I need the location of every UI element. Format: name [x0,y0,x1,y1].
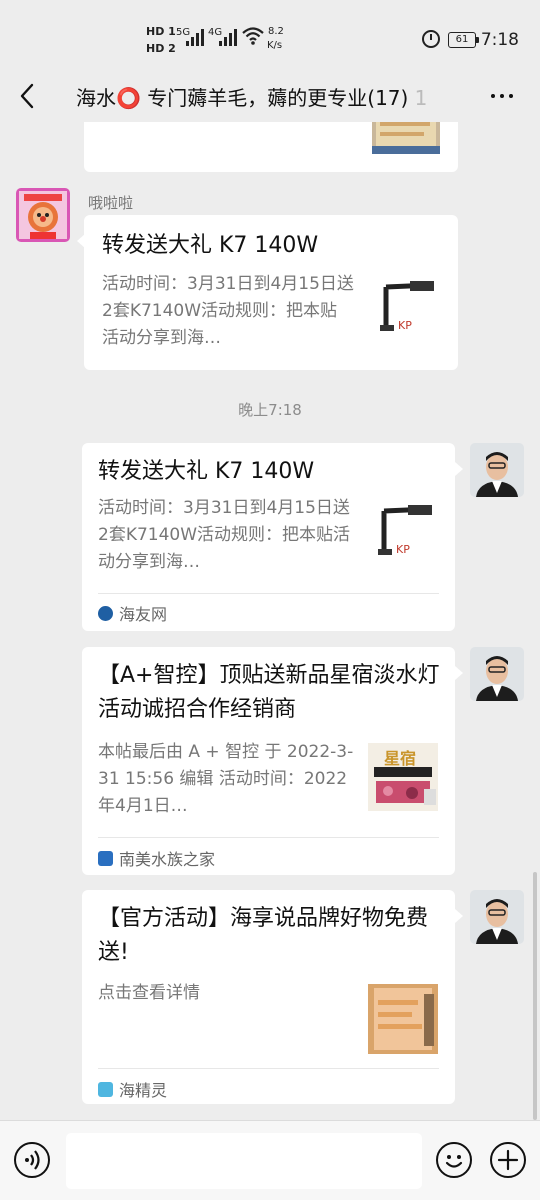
nanmei-logo-icon [98,850,113,866]
status-bar: HD 1 HD 2 5G 4G 8.2 K/s 61 7:18 [0,0,540,70]
bubble-tail [455,666,463,680]
sender-name: 哦啦啦 [88,194,134,212]
battery-icon: 61 [448,32,479,48]
message-card-partial[interactable] [84,122,458,172]
chat-timestamp: 晚上7:18 [238,401,302,419]
chat-title-prefix: 海水 [76,86,116,110]
card-source: 海精灵 [98,1077,167,1101]
card-title: 【官方活动】海享说品牌好物免费送! [98,906,429,965]
card-source-name: 海友网 [119,605,168,624]
card-title: 转发送大礼 K7 140W [98,459,315,484]
link-card[interactable]: 【官方活动】海享说品牌好物免费送! 点击查看详情 海精灵 [82,890,455,1104]
card-title: 转发送大礼 K7 140W [102,233,319,258]
card-thumbnail [368,984,438,1054]
input-bar [0,1120,540,1200]
card-thumbnail [372,122,440,154]
chat-title-fade: 1 [408,86,428,110]
card-divider [98,593,439,594]
svg-text:KP: KP [398,319,412,332]
haijingling-logo-icon [98,1081,113,1097]
chat-title-rest: 专门薅羊毛，薅的更专业(17) [140,86,409,110]
hd2-indicator: HD 2 [146,42,176,55]
card-description: 活动时间：3月31日到4月15日送2套K7140W活动规则：把本贴活动分享到海… [98,498,351,572]
card-source-name: 海精灵 [119,1081,168,1100]
more-functions-button[interactable] [490,1142,526,1178]
card-thumbnail: 星宿 [368,743,438,811]
alarm-icon [422,30,440,48]
chevron-left-icon [20,83,34,109]
signal-icon [186,28,204,46]
card-source: 南美水族之家 [98,846,215,870]
haiyou-logo-icon [98,605,113,621]
svg-text:KP: KP [396,543,410,556]
card-source-name: 南美水族之家 [119,850,216,869]
card-description: 点击查看详情 [98,983,200,1003]
emoji-button[interactable] [436,1142,472,1178]
more-icon [491,94,495,98]
net-speed-value: 8.2 [268,26,284,37]
bubble-tail [455,909,463,923]
wifi-icon [242,26,264,50]
link-card[interactable]: 转发送大礼 K7 140W 活动时间：3月31日到4月15日送2套K7140W活… [84,215,458,370]
plus-icon [497,1149,519,1171]
card-thumbnail: KP [370,503,438,571]
net-speed-unit: K/s [267,40,283,51]
red-circle-emoji: ⭕ [116,86,141,110]
voice-icon [25,1150,40,1170]
link-card[interactable]: 【A+智控】顶贴送新品星宿淡水灯活动诚招合作经销商 本帖最后由 A + 智控 于… [82,647,455,875]
card-divider [98,1068,439,1069]
more-button[interactable] [484,82,520,110]
avatar[interactable] [470,647,524,701]
card-divider [98,837,439,838]
chat-scrollbar[interactable] [533,872,537,1120]
voice-button[interactable] [14,1142,50,1178]
card-title: 【A+智控】顶贴送新品星宿淡水灯活动诚招合作经销商 [98,663,440,722]
back-button[interactable] [12,80,44,112]
hd1-indicator: HD 1 [146,25,176,38]
message-input[interactable] [66,1133,422,1189]
thumb-text: 星宿 [384,749,417,768]
clock-time: 7:18 [480,30,519,50]
bubble-tail [455,462,463,476]
avatar[interactable] [470,443,524,497]
signal-icon [219,28,237,46]
chat-area[interactable]: 哦啦啦 转发送大礼 K7 140W 活动时间：3月31日到4月15日送2套K71… [0,122,540,1120]
card-description: 本帖最后由 A + 智控 于 2022-3-31 15:56 编辑 活动时间：2… [98,742,354,816]
card-source: 海友网 [98,601,167,625]
avatar[interactable] [16,188,70,242]
card-thumbnail: KP [372,279,440,347]
chat-title: 海水⭕ 专门薅羊毛，薅的更专业(17) 1 [76,82,468,111]
chat-header: 海水⭕ 专门薅羊毛，薅的更专业(17) 1 [0,70,540,122]
emoji-icon [445,1155,463,1168]
avatar[interactable] [470,890,524,944]
link-card[interactable]: 转发送大礼 K7 140W 活动时间：3月31日到4月15日送2套K7140W活… [82,443,455,631]
card-description: 活动时间：3月31日到4月15日送2套K7140W活动规则：把本贴活动分享到海… [102,274,354,348]
